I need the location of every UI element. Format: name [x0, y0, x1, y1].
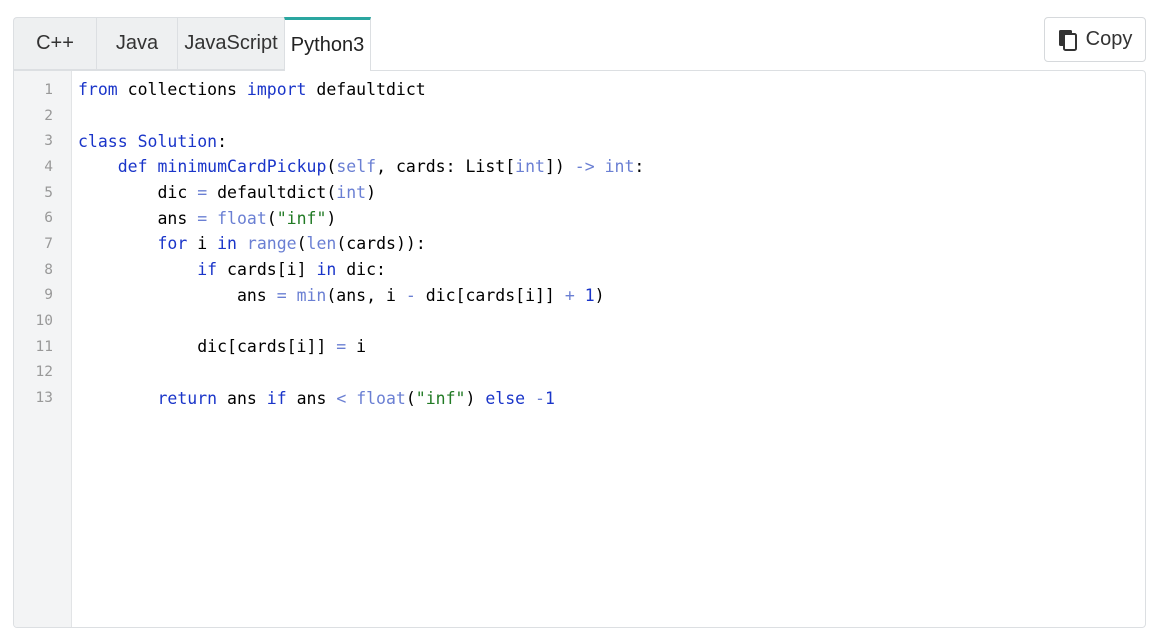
copy-button[interactable]: Copy [1044, 17, 1146, 62]
line-number: 5 [44, 184, 53, 201]
tab-java[interactable]: Java [96, 17, 177, 70]
line-number: 12 [35, 364, 53, 381]
line-number: 6 [44, 210, 53, 227]
code-line: 5 dic = defaultdict(int) [14, 180, 1145, 206]
line-number: 7 [44, 235, 53, 252]
line-number: 8 [44, 261, 53, 278]
tab-cpp[interactable]: C++ [13, 17, 96, 70]
line-number: 13 [35, 390, 53, 407]
code-line: 2 [14, 103, 1145, 129]
code-editor[interactable]: 1 from collections import defaultdict 2 … [13, 70, 1146, 628]
code-line: 10 [14, 308, 1145, 334]
code-line: 13 return ans if ans < float("inf") else… [14, 385, 1145, 411]
line-number: 1 [44, 81, 53, 98]
copy-icon [1058, 29, 1078, 51]
code-line: 1 from collections import defaultdict [14, 77, 1145, 103]
code-line: 9 ans = min(ans, i - dic[cards[i]] + 1) [14, 283, 1145, 309]
line-number: 2 [44, 107, 53, 124]
code-text: class Solution: [78, 131, 228, 151]
tab-javascript[interactable]: JavaScript [177, 17, 284, 70]
code-line: 7 for i in range(len(cards)): [14, 231, 1145, 257]
code-text: ans = min(ans, i - dic[cards[i]] + 1) [78, 285, 605, 305]
code-line: 3 class Solution: [14, 128, 1145, 154]
code-line: 12 [14, 360, 1145, 386]
code-text: for i in range(len(cards)): [157, 234, 426, 254]
code-line: 6 ans = float("inf") [14, 205, 1145, 231]
code-line: 11 dic[cards[i]] = i [14, 334, 1145, 360]
code-lines: 1 from collections import defaultdict 2 … [14, 77, 1145, 411]
line-number: 11 [35, 338, 53, 355]
line-number: 9 [44, 287, 53, 304]
code-text: dic = defaultdict(int) [78, 183, 377, 203]
line-number: 10 [35, 313, 53, 330]
code-text: dic[cards[i]] = i [78, 337, 367, 357]
line-number: 4 [44, 158, 53, 175]
code-text: def minimumCardPickup(self, cards: List[… [117, 157, 645, 177]
code-text: from collections import defaultdict [78, 80, 426, 100]
code-line: 8 if cards[i] in dic: [14, 257, 1145, 283]
line-number: 3 [44, 133, 53, 150]
copy-label: Copy [1085, 28, 1133, 50]
language-tabs: C++ Java JavaScript Python3 [13, 17, 371, 71]
code-text: if cards[i] in dic: [197, 260, 386, 280]
code-text: ans = float("inf") [78, 208, 337, 228]
code-line: 4 def minimumCardPickup(self, cards: Lis… [14, 154, 1145, 180]
code-text: return ans if ans < float("inf") else -1 [157, 388, 555, 408]
tab-python3[interactable]: Python3 [284, 17, 371, 71]
